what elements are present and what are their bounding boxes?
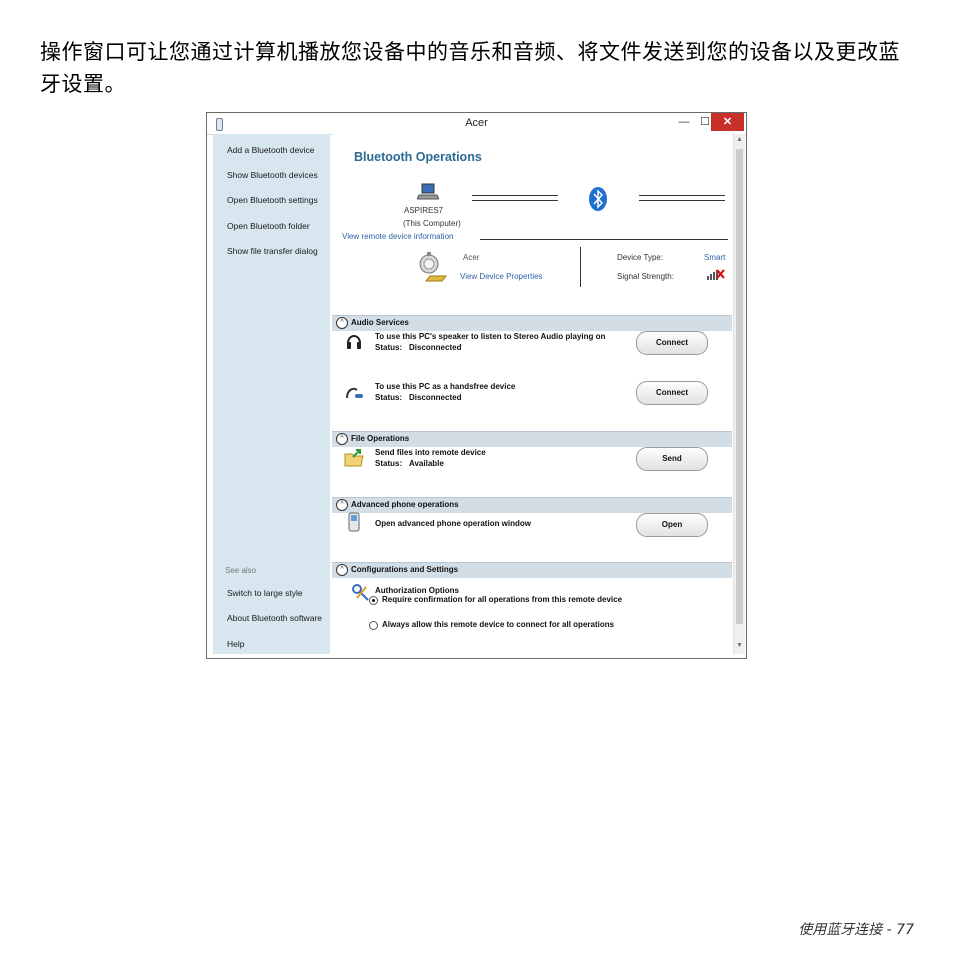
handsfree-row-title: To use this PC as a handsfree device: [375, 382, 516, 391]
section-label: Advanced phone operations: [351, 500, 459, 509]
main-content: Bluetooth Operations ASPIRES7 (This Comp…: [332, 134, 732, 654]
divider-line: [480, 239, 728, 240]
handsfree-headset-icon: [346, 387, 363, 399]
send-folder-icon: [344, 449, 364, 467]
collapse-icon[interactable]: ^: [336, 564, 348, 576]
device-name: Acer: [463, 253, 480, 262]
sidebar-item-show-devices[interactable]: Show Bluetooth devices: [227, 170, 318, 180]
scroll-down-arrow-icon[interactable]: ▼: [734, 642, 745, 649]
phone-row-title: Open advanced phone operation window: [375, 519, 532, 528]
collapse-icon[interactable]: ^: [336, 317, 348, 329]
authorization-title: Authorization Options: [375, 586, 459, 595]
collapse-icon[interactable]: ^: [336, 433, 348, 445]
connection-line: [639, 195, 725, 196]
signal-strength-icon: [707, 269, 725, 280]
file-row-status-label: Status:: [375, 459, 403, 468]
connection-line: [639, 200, 725, 201]
config-settings-section[interactable]: ^ Configurations and Settings: [332, 562, 732, 578]
close-button[interactable]: ✕: [711, 113, 744, 131]
scroll-up-arrow-icon[interactable]: ▲: [734, 136, 745, 143]
section-label: Audio Services: [351, 318, 409, 327]
sidebar-item-open-settings[interactable]: Open Bluetooth settings: [227, 195, 318, 205]
collapse-icon[interactable]: ^: [336, 499, 348, 511]
always-allow-label: Always allow this remote device to conne…: [382, 620, 615, 629]
computer-name: ASPIRES7: [404, 206, 444, 215]
connect-stereo-button[interactable]: Connect: [636, 331, 708, 355]
sidebar-item-about[interactable]: About Bluetooth software: [227, 613, 322, 623]
vertical-scrollbar[interactable]: ▲ ▼: [733, 134, 745, 654]
device-icon: [419, 252, 448, 282]
file-operations-section[interactable]: ^ File Operations: [332, 431, 732, 447]
require-confirmation-radio[interactable]: [369, 596, 378, 605]
connection-line: [472, 195, 558, 196]
laptop-icon: [417, 183, 439, 200]
file-row-title: Send files into remote device: [375, 448, 486, 457]
connect-handsfree-button[interactable]: Connect: [636, 381, 708, 405]
headphones-icon: [347, 335, 361, 349]
view-device-properties-link[interactable]: View Device Properties: [460, 272, 543, 281]
title-bar: Acer — ☐ ✕: [207, 113, 746, 135]
window-title: Acer: [465, 117, 488, 129]
minimize-button[interactable]: —: [674, 113, 694, 131]
handsfree-row-status: Disconnected: [409, 393, 462, 402]
vertical-divider: [580, 247, 581, 287]
handsfree-row-status-label: Status:: [375, 393, 403, 402]
file-row-status: Available: [409, 459, 444, 468]
view-remote-info-link[interactable]: View remote device information: [342, 232, 453, 241]
require-confirmation-label: Require confirmation for all operations …: [382, 595, 623, 604]
intro-paragraph: 操作窗口可让您通过计算机播放您设备中的音乐和音频、将文件发送到您的设备以及更改蓝…: [40, 40, 900, 96]
section-label: File Operations: [351, 434, 410, 443]
sidebar-item-file-transfer[interactable]: Show file transfer dialog: [227, 246, 318, 256]
page-footer: 使用蓝牙连接 - 77: [798, 922, 914, 938]
audio-row-title: To use this PC's speaker to listen to St…: [375, 332, 606, 341]
bluetooth-window: Acer — ☐ ✕ Add a Bluetooth device Show B…: [206, 112, 747, 659]
phone-operations-section[interactable]: ^ Advanced phone operations: [332, 497, 732, 513]
audio-services-section[interactable]: ^ Audio Services: [332, 315, 732, 331]
authorization-keys-icon: [352, 584, 369, 601]
signal-strength-label: Signal Strength:: [617, 272, 674, 281]
computer-subtitle: (This Computer): [403, 219, 461, 228]
phone-icon: [348, 512, 360, 532]
audio-row-status-label: Status:: [375, 343, 403, 352]
device-type-label: Device Type:: [617, 253, 664, 262]
connection-line: [472, 200, 558, 201]
send-button[interactable]: Send: [636, 447, 708, 471]
device-type-value: Smart: [704, 253, 726, 262]
operations-heading: Bluetooth Operations: [354, 150, 482, 164]
audio-row-status: Disconnected: [409, 343, 462, 352]
sidebar-item-large-style[interactable]: Switch to large style: [227, 588, 303, 598]
scroll-thumb[interactable]: [736, 149, 743, 624]
always-allow-radio[interactable]: [369, 621, 378, 630]
sidebar-item-add-device[interactable]: Add a Bluetooth device: [227, 145, 314, 155]
see-also-label: See also: [225, 566, 257, 575]
open-button[interactable]: Open: [636, 513, 708, 537]
sidebar: Add a Bluetooth device Show Bluetooth de…: [213, 134, 330, 654]
section-label: Configurations and Settings: [351, 565, 459, 574]
bluetooth-icon: [589, 187, 607, 211]
sidebar-item-open-folder[interactable]: Open Bluetooth folder: [227, 221, 310, 231]
sidebar-item-help[interactable]: Help: [227, 639, 244, 649]
